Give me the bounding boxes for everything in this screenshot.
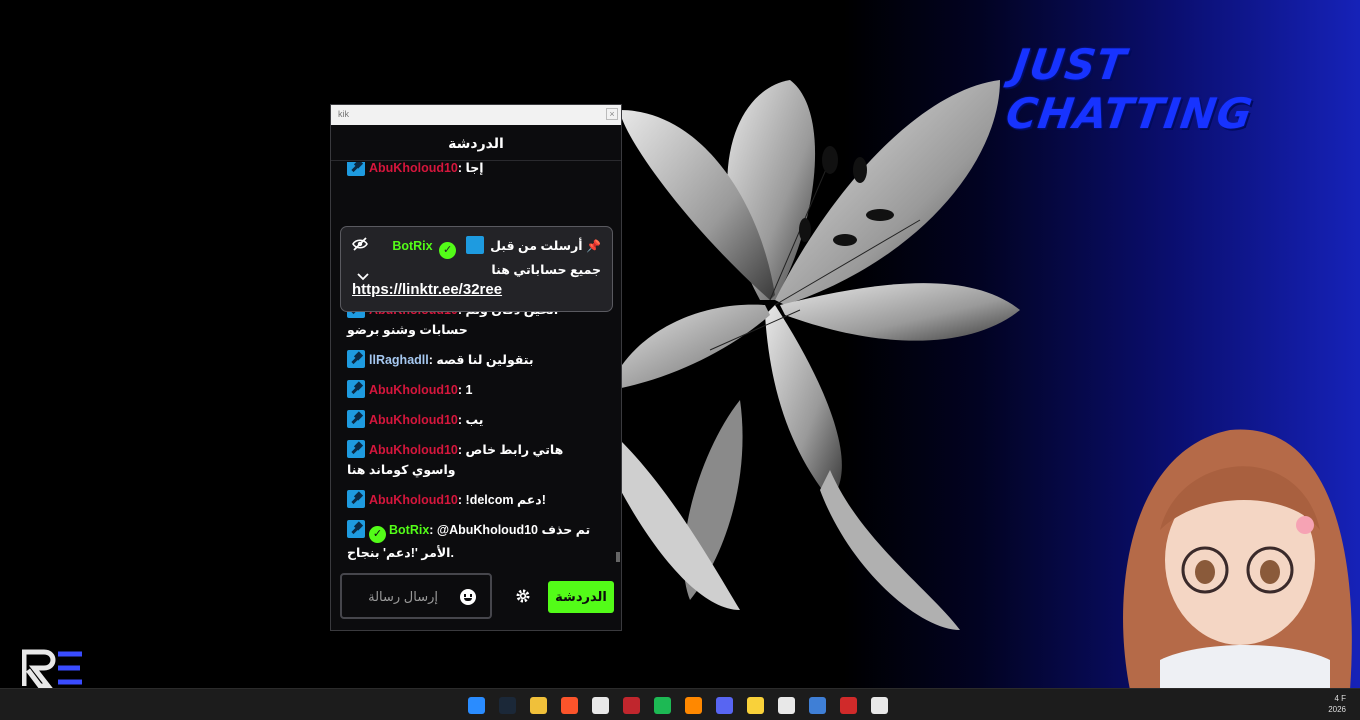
chat-message-area[interactable]: AbuKholoud10: إجاAbuKholoud10: حلوو كويس… [331, 162, 621, 562]
moderator-badge-icon [347, 520, 365, 538]
username-separator: : [457, 413, 466, 427]
windows-start-icon[interactable] [468, 697, 485, 714]
chat-username[interactable]: AbuKholoud10 [369, 162, 458, 175]
tray-time-text: 4 F [1334, 694, 1346, 703]
settings-app-icon[interactable] [871, 697, 888, 714]
username-separator: : [457, 493, 466, 507]
emoji-picker-icon[interactable] [460, 589, 476, 605]
brave-icon[interactable] [561, 697, 578, 714]
window-close-icon[interactable]: × [606, 108, 618, 120]
steam-icon[interactable] [499, 697, 516, 714]
redapp-icon[interactable] [840, 697, 857, 714]
stream-title-overlay: JUST CHATTING [1003, 40, 1256, 138]
chat-header-title: الدردشة [331, 125, 621, 161]
anime-avatar-artwork [1123, 429, 1352, 690]
chat-username[interactable]: llRaghadll [369, 353, 429, 367]
pinned-message-text: جميع حساباتي هنا [491, 263, 601, 277]
chat-username[interactable]: AbuKholoud10 [369, 493, 458, 507]
username-separator: : [457, 383, 466, 397]
obs-icon[interactable] [778, 697, 795, 714]
tray-date-text: 2026 [1328, 705, 1346, 714]
chat-username[interactable]: AbuKholoud10 [369, 383, 458, 397]
chat-message-text: بتقولين لنا قصه [436, 353, 534, 367]
chat-message-text: !delcom دعم! [465, 493, 546, 507]
chat-message-input[interactable]: إرسال رسالة [340, 573, 492, 619]
voice-app-icon[interactable] [623, 697, 640, 714]
pinned-message-link[interactable]: https://linktr.ee/32ree [352, 281, 601, 298]
pinned-sent-by-label: أرسلت من قبل [490, 239, 583, 253]
pinned-message-card[interactable]: BotRix ✓ أرسلت من قبل 📌 جميع حساباتي هنا… [340, 226, 613, 312]
username-separator: : [429, 523, 437, 537]
chat-message[interactable]: AbuKholoud10: إجا [347, 162, 607, 178]
chat-message[interactable]: AbuKholoud10: يب [347, 410, 607, 430]
moderator-badge-icon [347, 350, 365, 368]
chat-message[interactable]: AbuKholoud10: هاتي رابط خاص واسوي كوماند… [347, 440, 607, 480]
chat-scrollbar[interactable] [616, 552, 620, 562]
verified-badge-icon: ✓ [369, 526, 386, 543]
chat-message[interactable]: AbuKholoud10: 1 [347, 380, 607, 400]
verified-badge-icon: ✓ [439, 242, 457, 259]
hide-pinned-icon[interactable] [352, 236, 368, 252]
window-title: kik [338, 109, 349, 119]
username-separator: : [457, 443, 466, 457]
gear-icon[interactable] [515, 588, 531, 604]
chat-message-text: إجا [465, 162, 484, 175]
kakao-icon[interactable] [747, 697, 764, 714]
chat-message[interactable]: llRaghadll: بتقولين لنا قصه [347, 350, 607, 370]
chat-message[interactable]: ✓ BotRix: @AbuKholoud10 تم حذف الأمر '!دع… [347, 520, 607, 562]
chevron-down-icon[interactable] [357, 273, 369, 281]
moderator-badge-icon [465, 236, 484, 254]
chat-username[interactable]: AbuKholoud10 [369, 443, 458, 457]
windows-taskbar: 4 F 2026 [0, 688, 1360, 720]
username-separator: : [457, 162, 466, 175]
pin-icon: 📌 [586, 239, 601, 253]
moderator-badge-icon [347, 440, 365, 458]
chat-username[interactable]: BotRix [389, 523, 429, 537]
moderator-badge-icon [347, 380, 365, 398]
pinned-bot-name[interactable]: BotRix [392, 239, 432, 253]
chat-message-text: يب [465, 413, 484, 427]
vlc-icon[interactable] [685, 697, 702, 714]
desktop-screen: JUST CHATTING kik × الدردشة AbuKholoud10… [0, 0, 1360, 720]
discord-icon[interactable] [716, 697, 733, 714]
chat-popout-window: kik × الدردشة AbuKholoud10: إجاAbuKholou… [330, 104, 622, 631]
chat-input-placeholder: إرسال رسالة [368, 589, 438, 604]
chat-send-button[interactable]: الدردشة [548, 581, 614, 613]
chat-message[interactable]: AbuKholoud10: !delcom دعم! [347, 490, 607, 510]
pinned-message-header: BotRix ✓ أرسلت من قبل 📌 [352, 236, 601, 259]
chat-message-list: AbuKholoud10: إجاAbuKholoud10: حلوو كويس… [347, 162, 607, 562]
channel-logo [22, 649, 82, 688]
moderator-badge-icon [347, 162, 365, 176]
moderator-badge-icon [347, 410, 365, 428]
file-explorer-icon[interactable] [530, 697, 547, 714]
chat-username[interactable]: AbuKholoud10 [369, 413, 458, 427]
tray-clock[interactable]: 4 F 2026 [1328, 693, 1346, 715]
chat-footer: إرسال رسالة الدردشة [331, 573, 621, 623]
spotify-icon[interactable] [654, 697, 671, 714]
moderator-badge-icon [347, 490, 365, 508]
chat-message-text: 1 [465, 383, 473, 397]
store-icon[interactable] [809, 697, 826, 714]
chrome-icon[interactable] [592, 697, 609, 714]
window-titlebar[interactable]: kik × [331, 105, 621, 125]
